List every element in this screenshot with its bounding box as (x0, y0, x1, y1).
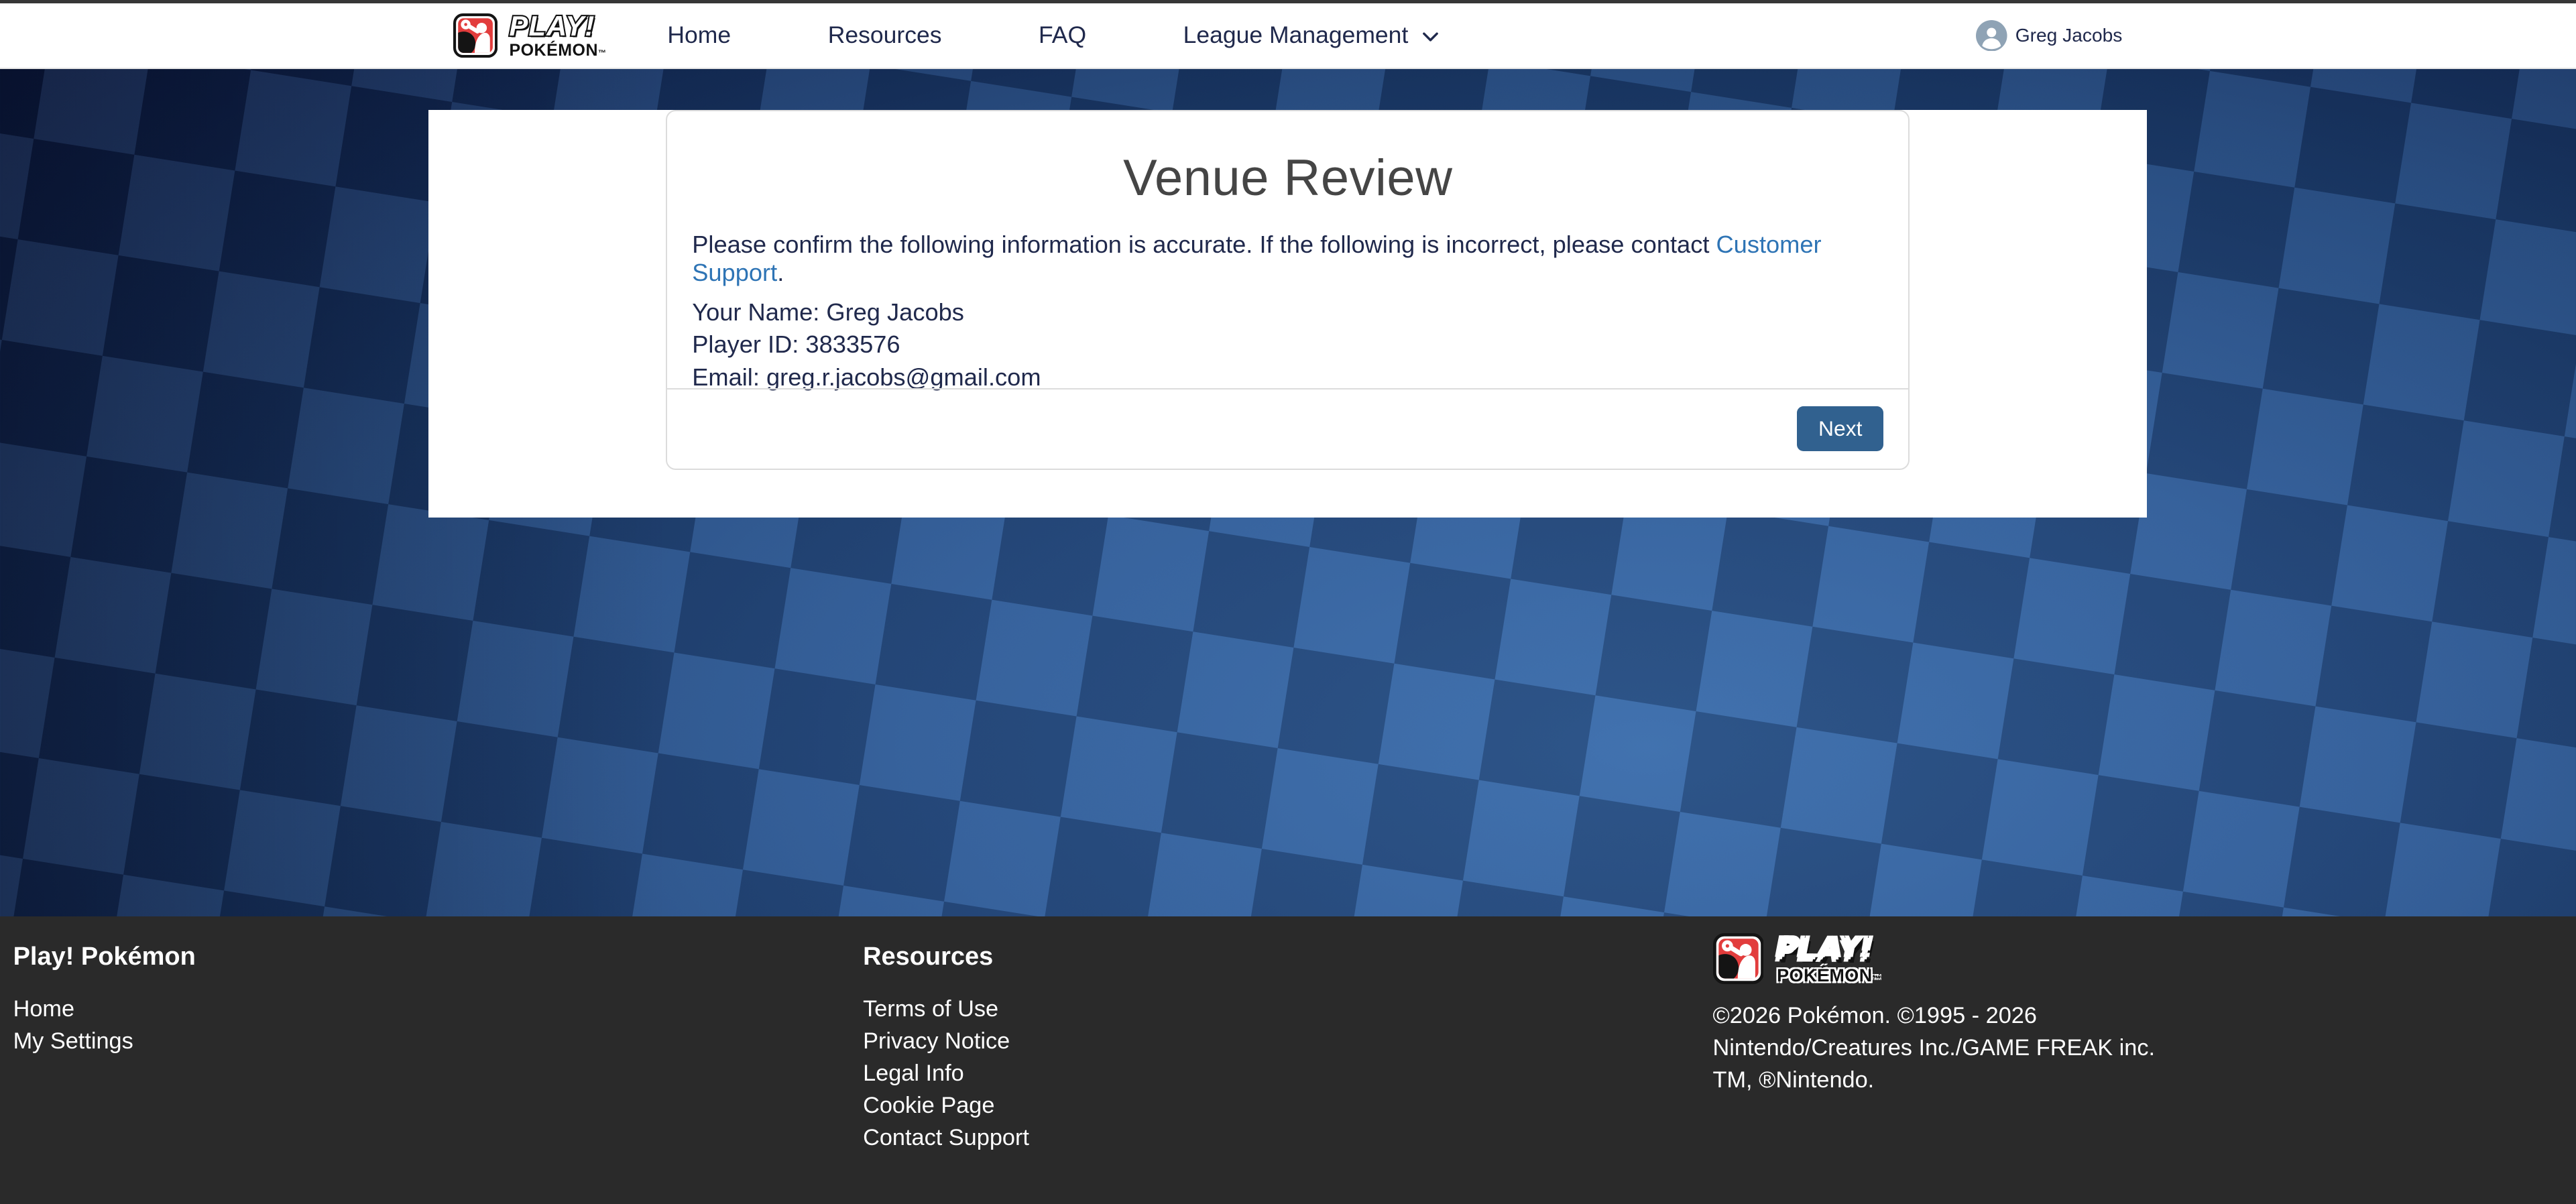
play-pokemon-logo-icon (453, 13, 497, 58)
card-footer: Next (667, 388, 1908, 469)
play-pokemon-logo[interactable]: PLAY! POKÉMON™ (453, 12, 607, 59)
nav-item-home[interactable]: Home (667, 21, 731, 49)
footer-brand-wordmark: PLAY! POKÉMON™ (1777, 933, 1881, 985)
navbar-inner: PLAY! POKÉMON™ Home Resources FAQ League… (428, 3, 2147, 68)
next-button[interactable]: Next (1797, 406, 1883, 450)
confirm-text: Please confirm the following information… (692, 231, 1883, 287)
trademark-symbol: ™ (598, 48, 607, 58)
footer-link-privacy-notice[interactable]: Privacy Notice (863, 1025, 1712, 1057)
page-footer: Play! Pokémon Home My Settings Resources… (0, 916, 2576, 1204)
footer-heading-play-pokemon: Play! Pokémon (13, 943, 863, 971)
nav-item-league-management[interactable]: League Management (1183, 21, 1440, 49)
footer-play-pokemon-logo-icon (1713, 933, 1764, 984)
copyright-text: ©2026 Pokémon. ©1995 - 2026 Nintendo/Cre… (1713, 1000, 2192, 1096)
hero-background: Venue Review Please confirm the followin… (0, 69, 2576, 916)
footer-link-legal-info[interactable]: Legal Info (863, 1057, 1712, 1089)
card-body: Venue Review Please confirm the followin… (667, 111, 1908, 393)
brand-wordmark: PLAY! POKÉMON™ (509, 12, 606, 59)
user-name: Greg Jacobs (2015, 24, 2123, 46)
page-title: Venue Review (692, 149, 1883, 207)
chevron-down-icon (1421, 21, 1440, 49)
footer-heading-resources: Resources (863, 943, 1712, 971)
navbar: PLAY! POKÉMON™ Home Resources FAQ League… (0, 3, 2576, 69)
user-menu[interactable]: Greg Jacobs (1976, 20, 2122, 52)
info-your-name: Your Name: Greg Jacobs (692, 296, 1883, 328)
footer-col-resources: Resources Terms of Use Privacy Notice Le… (863, 939, 1712, 1203)
footer-col-play-pokemon: Play! Pokémon Home My Settings (13, 939, 863, 1203)
footer-logo: PLAY! POKÉMON™ (1713, 933, 2563, 985)
content-panel: Venue Review Please confirm the followin… (428, 110, 2147, 518)
user-avatar-icon (1976, 20, 2007, 52)
nav-item-faq[interactable]: FAQ (1039, 21, 1086, 49)
brand-play-text: PLAY! (509, 12, 606, 40)
footer-link-cookie-page[interactable]: Cookie Page (863, 1089, 1712, 1122)
info-player-id: Player ID: 3833576 (692, 328, 1883, 361)
brand-pokemon-text: POKÉMON™ (509, 42, 606, 59)
venue-review-card: Venue Review Please confirm the followin… (666, 110, 1910, 470)
footer-link-my-settings[interactable]: My Settings (13, 1025, 863, 1057)
nav-item-resources[interactable]: Resources (828, 21, 942, 49)
footer-link-home[interactable]: Home (13, 993, 863, 1025)
footer-link-terms-of-use[interactable]: Terms of Use (863, 993, 1712, 1025)
nav-links: Home Resources FAQ League Management (667, 21, 1439, 49)
footer-col-legal: PLAY! POKÉMON™ ©2026 Pokémon. ©1995 - 20… (1713, 939, 2563, 1203)
